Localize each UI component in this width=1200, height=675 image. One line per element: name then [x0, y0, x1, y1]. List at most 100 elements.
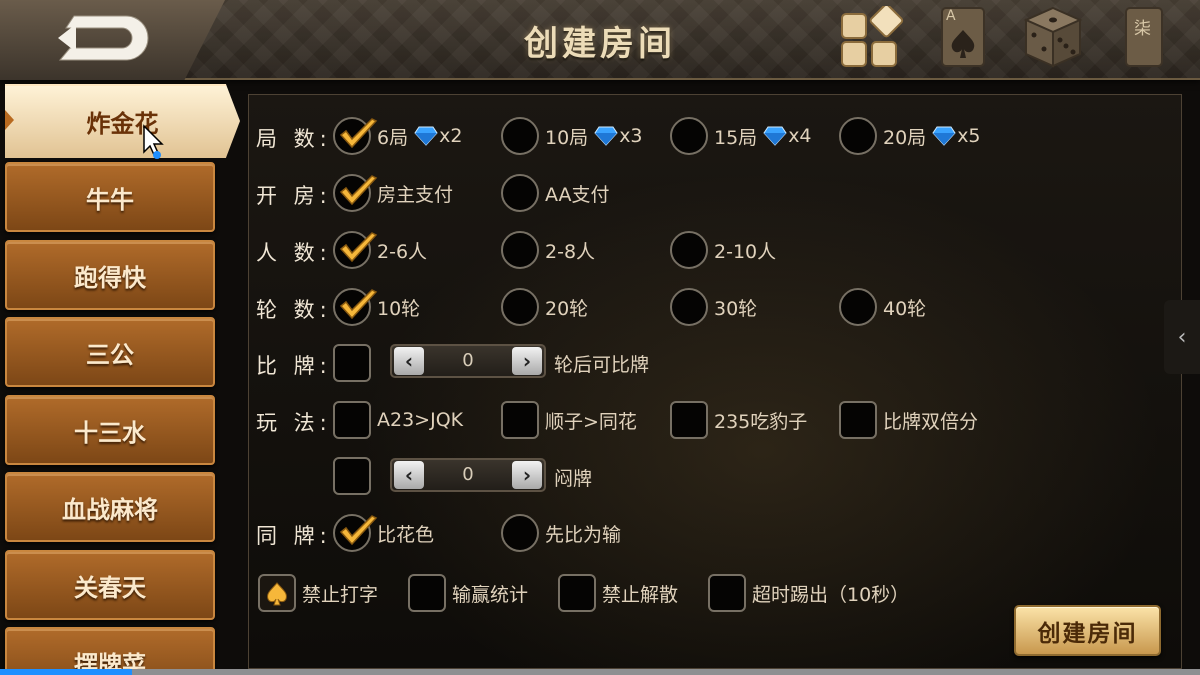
- checkbox[interactable]: [333, 457, 371, 495]
- players-option-2-10[interactable]: 2-10人: [670, 230, 776, 270]
- blind-checkbox[interactable]: [333, 456, 371, 496]
- ace-of-spades-card-icon[interactable]: A: [940, 6, 986, 68]
- tab-label: 血战麻将: [62, 495, 158, 524]
- dice-icon[interactable]: [1022, 4, 1084, 70]
- radio[interactable]: [670, 117, 708, 155]
- card-corner-label: A: [946, 8, 956, 24]
- gem-cost: x3: [619, 125, 643, 147]
- tab-paodekuai[interactable]: 跑得快: [5, 240, 215, 310]
- increment-button[interactable]: ›: [512, 461, 542, 489]
- checkbox[interactable]: [839, 401, 877, 439]
- players-option-2-8[interactable]: 2-8人: [501, 230, 595, 270]
- tab-xuezhan-mahjong[interactable]: 血战麻将: [5, 472, 215, 542]
- extra-timeout-kick[interactable]: 超时踢出（10秒）: [708, 573, 909, 613]
- play-option-straight[interactable]: 顺子>同花: [501, 400, 637, 440]
- chevron-left-icon: ‹: [1177, 324, 1187, 350]
- radio[interactable]: [333, 514, 378, 552]
- turns-option-20[interactable]: 20轮: [501, 287, 588, 327]
- play-option-double[interactable]: 比牌双倍分: [839, 400, 978, 440]
- create-room-button[interactable]: 创建房间: [1014, 605, 1161, 656]
- radio[interactable]: [333, 231, 378, 269]
- checkmark-icon: [339, 232, 378, 263]
- play-option-a23[interactable]: A23>JQK: [333, 400, 463, 440]
- option-text: 禁止打字: [302, 583, 379, 606]
- radio[interactable]: [501, 231, 539, 269]
- tab-label: 跑得快: [74, 263, 146, 292]
- rounds-option-6[interactable]: 6局 x2: [333, 116, 462, 156]
- rounds-option-15[interactable]: 15局 x4: [670, 116, 812, 156]
- tab-baipaicai[interactable]: 摆牌菜: [5, 627, 215, 675]
- payment-label: 开 房:: [256, 184, 332, 208]
- play-rules-label: 玩 法:: [256, 411, 332, 435]
- extra-no-disband[interactable]: 禁止解散: [558, 573, 678, 613]
- extra-no-typing[interactable]: 禁止打字: [258, 573, 378, 613]
- option-text: 20轮: [545, 297, 589, 320]
- blocks-menu-icon[interactable]: [838, 6, 904, 70]
- checkbox[interactable]: [408, 574, 446, 612]
- tab-label: 牛牛: [86, 185, 134, 214]
- option-text: 2-8人: [545, 240, 596, 263]
- progress-fill: [0, 669, 132, 675]
- page-title: 创建房间: [524, 24, 676, 64]
- payment-option-aa[interactable]: AA支付: [501, 173, 610, 213]
- radio[interactable]: [333, 288, 378, 326]
- checkbox[interactable]: [670, 401, 708, 439]
- turns-option-10[interactable]: 10轮: [333, 287, 420, 327]
- decrement-button[interactable]: ‹: [394, 347, 424, 375]
- decrement-button[interactable]: ‹: [394, 461, 424, 489]
- radio[interactable]: [670, 231, 708, 269]
- checkbox[interactable]: [558, 574, 596, 612]
- side-drawer-handle[interactable]: ‹: [1164, 300, 1200, 374]
- radio[interactable]: [333, 174, 378, 212]
- rounds-label: 局 数:: [256, 127, 332, 151]
- extra-stats[interactable]: 输赢统计: [408, 573, 528, 613]
- tab-zhajinhua[interactable]: 炸金花: [5, 84, 240, 158]
- back-button[interactable]: [0, 0, 225, 80]
- compare-suffix: 轮后可比牌: [554, 354, 650, 376]
- blind-stepper[interactable]: ‹ 0 ›: [390, 458, 546, 492]
- option-text: 235吃豹子: [714, 410, 808, 433]
- rounds-option-10[interactable]: 10局 x3: [501, 116, 643, 156]
- top-header: 创建房间 A 柒: [0, 0, 1200, 80]
- stepper-value: 0: [462, 464, 474, 485]
- option-text: AA支付: [545, 183, 610, 206]
- tab-shisanshui[interactable]: 十三水: [5, 395, 215, 465]
- increment-button[interactable]: ›: [512, 347, 542, 375]
- radio[interactable]: [670, 288, 708, 326]
- checkbox[interactable]: [333, 344, 371, 382]
- checkbox[interactable]: [501, 401, 539, 439]
- radio[interactable]: [501, 514, 539, 552]
- tab-niuniu[interactable]: 牛牛: [5, 162, 215, 232]
- compare-stepper[interactable]: ‹ 0 ›: [390, 344, 546, 378]
- diamond-icon: [763, 126, 787, 146]
- option-text: 10局: [545, 126, 589, 149]
- mouse-cursor-icon: [143, 124, 164, 159]
- radio[interactable]: [839, 117, 877, 155]
- same-cards-option-first-loses[interactable]: 先比为输: [501, 513, 621, 553]
- radio[interactable]: [839, 288, 877, 326]
- option-text: 比牌双倍分: [883, 410, 979, 433]
- tab-sangong[interactable]: 三公: [5, 317, 215, 387]
- tab-guanchuntian[interactable]: 关春天: [5, 550, 215, 620]
- play-option-235[interactable]: 235吃豹子: [670, 400, 807, 440]
- stepper-value: 0: [462, 350, 474, 371]
- players-option-2-6[interactable]: 2-6人: [333, 230, 427, 270]
- radio[interactable]: [501, 174, 539, 212]
- checkbox[interactable]: [333, 401, 371, 439]
- checkmark-icon: [339, 118, 378, 149]
- radio[interactable]: [333, 117, 378, 155]
- checkbox[interactable]: [708, 574, 746, 612]
- same-cards-option-suit[interactable]: 比花色: [333, 513, 434, 553]
- radio[interactable]: [501, 117, 539, 155]
- payment-option-host[interactable]: 房主支付: [333, 173, 453, 213]
- compare-checkbox[interactable]: [333, 343, 371, 383]
- rounds-option-20[interactable]: 20局 x5: [839, 116, 981, 156]
- mahjong-tile-icon[interactable]: 柒: [1124, 6, 1164, 68]
- gem-cost: x5: [957, 125, 981, 147]
- option-text: 40轮: [883, 297, 927, 320]
- active-tab-marker: [5, 110, 14, 130]
- radio[interactable]: [501, 288, 539, 326]
- turns-option-40[interactable]: 40轮: [839, 287, 926, 327]
- checkbox[interactable]: [258, 574, 296, 612]
- turns-option-30[interactable]: 30轮: [670, 287, 757, 327]
